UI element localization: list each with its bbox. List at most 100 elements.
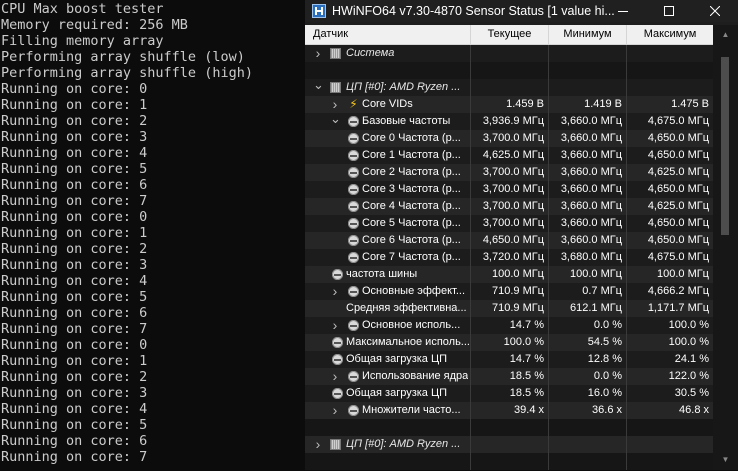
value-maximum [627, 436, 713, 453]
value-maximum: 100.0 % [668, 336, 709, 348]
value-maximum [627, 79, 713, 96]
sensor-name-cell: ⌄ ЦП [#0]: AMD Ryzen ... [305, 79, 471, 96]
console-line: Running on core: 6 [1, 433, 148, 449]
table-row[interactable]: Общая загрузка ЦП 18.5 % 16.0 % 30.5 % [305, 385, 713, 402]
value-maximum [627, 419, 713, 436]
sensor-name-cell: частота шины [305, 266, 471, 283]
column-header-current[interactable]: Текущее [471, 25, 549, 44]
table-row[interactable]: › ЦП [#0]: AMD Ryzen ... [305, 436, 713, 453]
value-minimum: 12.8 % [549, 351, 627, 368]
sensor-label: Использование ядра [362, 370, 469, 382]
value-minimum [549, 45, 627, 62]
value-maximum: 100.0 МГц [656, 268, 709, 280]
table-row[interactable]: Core 0 Частота (р... 3,700.0 МГц 3,660.0 М… [305, 130, 713, 147]
volt-icon: ⚡ [349, 97, 358, 111]
sensor-name-cell: Core 6 Частота (р... [305, 232, 471, 249]
chip-icon [330, 439, 341, 450]
console-line: Running on core: 7 [1, 193, 148, 209]
scroll-down-icon[interactable]: ▼ [721, 456, 730, 464]
scroll-up-icon[interactable]: ▲ [721, 31, 730, 39]
sensor-name-cell [305, 453, 471, 470]
table-row[interactable]: Средняя эффективна... 710.9 МГц 612.1 МГц 1… [305, 300, 713, 317]
column-header-sensor[interactable]: Датчик [305, 25, 471, 44]
table-row[interactable]: ⌄ Базовые частоты 3,936.9 МГц 3,660.0 МГц 4,… [305, 113, 713, 130]
value-current: 4,650.0 МГц [471, 232, 549, 249]
title-bar[interactable]: HWiNFO64 v7.30-4870 Sensor Status [1 val… [305, 0, 738, 22]
collapse-chevron-icon[interactable]: ⌄ [313, 79, 324, 96]
table-row[interactable]: частота шины 100.0 МГц 100.0 МГц 100.0 МГц [305, 266, 713, 283]
sensor-label: Core VIDs [362, 98, 413, 110]
expand-chevron-icon[interactable]: › [313, 436, 323, 453]
table-row[interactable]: ⌄ ЦП [#0]: AMD Ryzen ... [305, 79, 713, 96]
vertical-scrollbar[interactable]: ▲ ▼ [713, 25, 738, 470]
expand-chevron-icon[interactable]: › [330, 368, 340, 385]
console-line: Running on core: 3 [1, 385, 148, 401]
table-row[interactable]: › ⚡ Core VIDs 1.459 В 1.419 В 1.475 В [305, 96, 713, 113]
table-row[interactable]: Общая загрузка ЦП 14.7 % 12.8 % 24.1 % [305, 351, 713, 368]
expand-chevron-icon[interactable]: › [330, 317, 340, 334]
table-row[interactable]: › Основное исполь... 14.7 % 0.0 % 100.0 % [305, 317, 713, 334]
table-row[interactable]: Core 1 Частота (р... 4,625.0 МГц 3,660.0 М… [305, 147, 713, 164]
expand-chevron-icon[interactable]: › [313, 45, 323, 62]
clock-icon [332, 269, 343, 280]
clock-icon [332, 337, 343, 348]
minimize-button[interactable] [600, 0, 646, 22]
value-maximum: 4,675.0 МГц [647, 115, 709, 127]
table-row[interactable]: Core 6 Частота (р... 4,650.0 МГц 3,660.0 М… [305, 232, 713, 249]
sensor-name-cell: › Множители часто... [305, 402, 471, 419]
table-row[interactable]: Core 7 Частота (р... 3,720.0 МГц 3,680.0 М… [305, 249, 713, 266]
close-button[interactable] [692, 0, 738, 22]
table-header: Датчик Текущее Минимум Максимум [305, 25, 713, 45]
sensor-label: Core 5 Частота (р... [362, 217, 461, 229]
value-current: 39.4 x [471, 402, 549, 419]
table-row[interactable]: Core 5 Частота (р... 3,700.0 МГц 3,660.0 М… [305, 215, 713, 232]
sensor-label: ЦП [#0]: AMD Ryzen ... [346, 438, 461, 450]
collapse-chevron-icon[interactable]: ⌄ [330, 113, 341, 130]
console-window[interactable]: CPU Max boost tester Memory required: 256… [0, 0, 304, 471]
value-minimum: 612.1 МГц [549, 300, 627, 317]
table-row[interactable]: Core 4 Частота (р... 3,700.0 МГц 3,660.0 М… [305, 198, 713, 215]
column-header-maximum[interactable]: Максимум [627, 25, 713, 44]
clock-icon [348, 184, 359, 195]
table-row[interactable]: Core 3 Частота (р... 3,700.0 МГц 3,660.0 М… [305, 181, 713, 198]
sensor-name-cell: Core 2 Частота (р... [305, 164, 471, 181]
sensor-label: Core 1 Частота (р... [362, 149, 461, 161]
sensor-name-cell: ⌄ Базовые частоты [305, 113, 471, 130]
table-row[interactable]: › Использование ядра 18.5 % 0.0 % 122.0 % [305, 368, 713, 385]
console-line: Running on core: 5 [1, 161, 148, 177]
value-maximum [627, 45, 713, 62]
value-maximum: 4,650.0 МГц [647, 149, 709, 161]
sensor-name-cell [305, 62, 471, 79]
value-minimum: 0.0 % [549, 368, 627, 385]
sensor-name-cell: Core 3 Частота (р... [305, 181, 471, 198]
clock-icon [348, 150, 359, 161]
expand-chevron-icon[interactable]: › [330, 96, 340, 113]
value-minimum: 3,660.0 МГц [549, 215, 627, 232]
table-row[interactable]: Максимальное исполь... 100.0 % 54.5 % 100.0… [305, 334, 713, 351]
scrollbar-thumb[interactable] [721, 57, 729, 235]
table-row[interactable]: Core 2 Частота (р... 3,700.0 МГц 3,660.0 М… [305, 164, 713, 181]
console-line: CPU Max boost tester [1, 1, 164, 17]
column-header-minimum[interactable]: Минимум [549, 25, 627, 44]
sensor-name-cell: Core 4 Частота (р... [305, 198, 471, 215]
value-minimum: 1.419 В [549, 96, 627, 113]
table-row[interactable]: › Множители часто... 39.4 x 36.6 x 46.8 x [305, 402, 713, 419]
sensor-label: Core 2 Частота (р... [362, 166, 461, 178]
hwinfo-sensor-window: HWiNFO64 v7.30-4870 Sensor Status [1 val… [305, 0, 738, 470]
value-current: 3,720.0 МГц [471, 249, 549, 266]
expand-chevron-icon[interactable]: › [330, 283, 340, 300]
value-maximum: 4,650.0 МГц [647, 183, 709, 195]
console-line: Memory required: 256 MB [1, 17, 188, 33]
clock-icon [348, 167, 359, 178]
maximize-button[interactable] [646, 0, 692, 22]
clock-icon [348, 320, 359, 331]
console-line: Running on core: 7 [1, 321, 148, 337]
clock-icon [348, 252, 359, 263]
sensor-name-cell: Общая загрузка ЦП [305, 385, 471, 402]
expand-chevron-icon[interactable]: › [330, 402, 340, 419]
value-minimum: 3,660.0 МГц [549, 130, 627, 147]
table-row[interactable]: › Основные эффект... 710.9 МГц 0.7 МГц 4,666… [305, 283, 713, 300]
table-row[interactable]: › Система [305, 45, 713, 62]
console-line: Running on core: 4 [1, 401, 148, 417]
value-maximum: 4,625.0 МГц [647, 200, 709, 212]
